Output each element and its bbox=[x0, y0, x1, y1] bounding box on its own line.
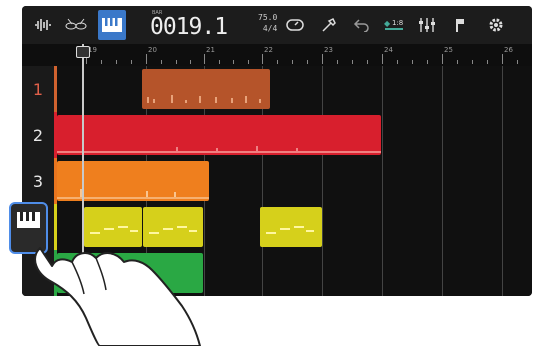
piano-icon bbox=[17, 212, 40, 228]
bar-number: 20 bbox=[148, 46, 157, 54]
timeline-ruler[interactable]: 19 20 21 22 23 24 25 26 bbox=[22, 44, 532, 66]
beat-tick bbox=[307, 60, 308, 64]
beat-tick bbox=[292, 60, 293, 64]
playhead[interactable] bbox=[82, 44, 84, 296]
beat-tick bbox=[248, 60, 249, 64]
bar-number: 26 bbox=[504, 46, 513, 54]
bar-tick bbox=[262, 54, 263, 64]
bar-number: 24 bbox=[384, 46, 393, 54]
effects-icon[interactable] bbox=[316, 10, 342, 40]
beat-tick bbox=[352, 60, 353, 64]
beat-tick bbox=[131, 60, 132, 64]
beat-tick bbox=[116, 60, 117, 64]
beat-tick bbox=[412, 60, 413, 64]
svg-text:◆: ◆ bbox=[384, 19, 391, 28]
svg-text:1:8: 1:8 bbox=[392, 19, 403, 27]
beat-tick bbox=[337, 60, 338, 64]
bar-number: 21 bbox=[206, 46, 215, 54]
time-signature: 4/4 bbox=[262, 24, 278, 33]
instrument-track-button[interactable] bbox=[9, 202, 48, 254]
audio-region[interactable] bbox=[57, 161, 209, 201]
drum-icon[interactable] bbox=[62, 10, 90, 40]
beat-tick bbox=[367, 60, 368, 64]
bar-tick bbox=[322, 54, 323, 64]
beat-tick bbox=[397, 60, 398, 64]
bar-tick bbox=[442, 54, 443, 64]
track-number[interactable] bbox=[22, 250, 57, 296]
playhead-handle[interactable] bbox=[76, 46, 90, 58]
bar-number: 22 bbox=[264, 46, 273, 54]
bar-tick bbox=[502, 54, 503, 64]
audio-region[interactable] bbox=[57, 115, 381, 155]
bar-tick bbox=[204, 54, 205, 64]
sequencer-screen: BAR 0019.1 75.0 4/4 ◆ 1:8 19 20 21 22 23… bbox=[22, 6, 532, 296]
beat-tick bbox=[487, 60, 488, 64]
beat-tick bbox=[190, 60, 191, 64]
beat-tick bbox=[427, 60, 428, 64]
settings-icon[interactable] bbox=[482, 10, 510, 40]
beat-tick bbox=[457, 60, 458, 64]
quantize-icon[interactable]: ◆ 1:8 bbox=[380, 10, 408, 40]
midi-region[interactable] bbox=[260, 207, 322, 247]
mixer-icon[interactable] bbox=[414, 10, 440, 40]
bar-gridline bbox=[382, 66, 383, 296]
bar-number: 25 bbox=[444, 46, 453, 54]
tempo-value: 75.0 bbox=[258, 13, 278, 22]
piano-icon[interactable] bbox=[98, 10, 126, 40]
beat-tick bbox=[517, 60, 518, 64]
midi-region[interactable] bbox=[57, 253, 203, 293]
toolbar: BAR 0019.1 75.0 4/4 ◆ 1:8 bbox=[22, 6, 532, 44]
midi-region[interactable] bbox=[84, 207, 142, 247]
tempo-display[interactable]: 75.0 4/4 bbox=[258, 12, 277, 34]
midi-region[interactable] bbox=[143, 207, 203, 247]
waveform-icon[interactable] bbox=[30, 10, 56, 40]
beat-tick bbox=[219, 60, 220, 64]
audio-region[interactable] bbox=[142, 69, 270, 109]
beat-tick bbox=[176, 60, 177, 64]
bar-gridline bbox=[502, 66, 503, 296]
beat-tick bbox=[161, 60, 162, 64]
marker-icon[interactable] bbox=[448, 10, 472, 40]
beat-tick bbox=[233, 60, 234, 64]
beat-tick bbox=[472, 60, 473, 64]
beat-tick bbox=[277, 60, 278, 64]
bar-tick bbox=[146, 54, 147, 64]
track-number[interactable]: 1 bbox=[22, 66, 57, 112]
metronome-icon[interactable] bbox=[282, 10, 308, 40]
position-counter[interactable]: 0019.1 bbox=[150, 14, 228, 40]
bar-tick bbox=[382, 54, 383, 64]
track-number[interactable]: 3 bbox=[22, 158, 57, 204]
undo-icon[interactable] bbox=[350, 10, 374, 40]
track-lane[interactable]: 1 bbox=[22, 66, 532, 113]
bar-number: 23 bbox=[324, 46, 333, 54]
bar-gridline bbox=[322, 66, 323, 296]
beat-tick bbox=[101, 60, 102, 64]
track-number[interactable]: 2 bbox=[22, 112, 57, 158]
bar-gridline bbox=[442, 66, 443, 296]
